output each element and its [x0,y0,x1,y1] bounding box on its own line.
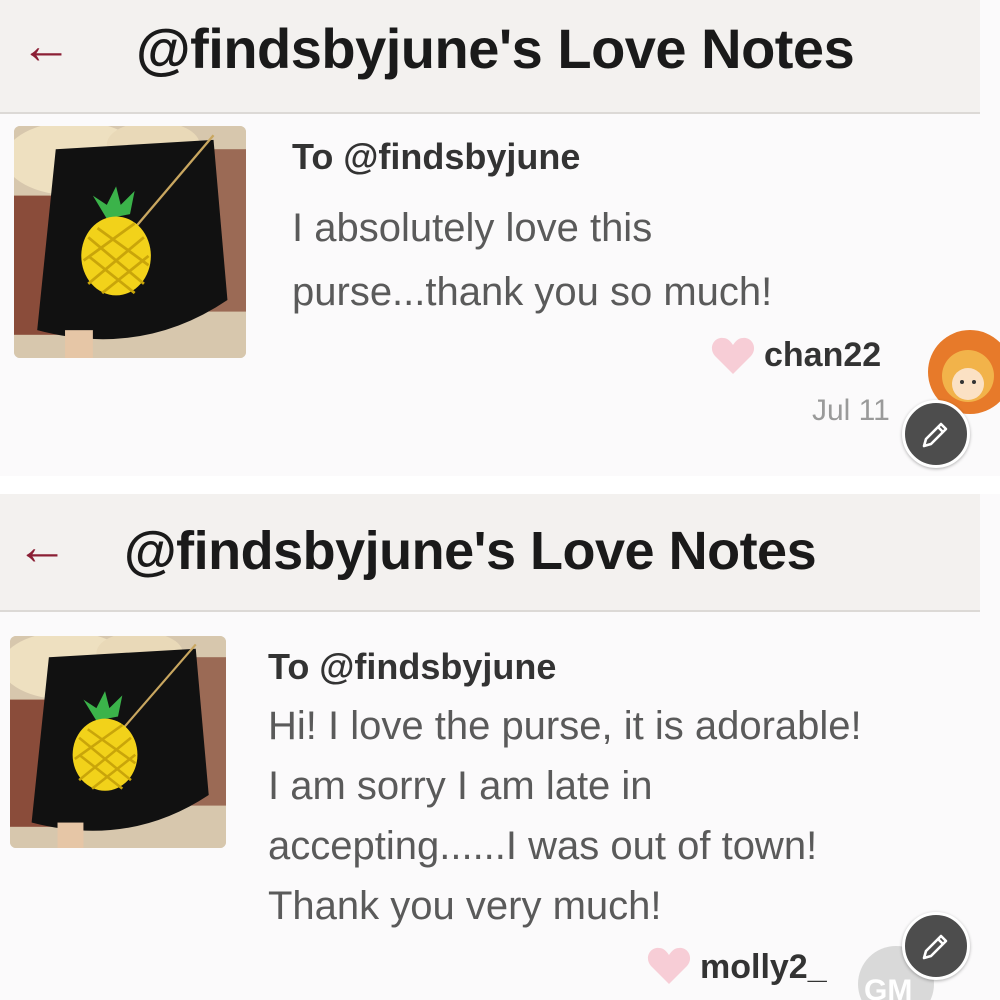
message-line: I absolutely love this [292,206,653,250]
note-message: I absolutely love this purse...thank you… [292,196,772,324]
back-arrow-icon[interactable]: ← [20,20,72,72]
heart-icon [647,947,691,984]
purse-thumbnail[interactable] [14,126,246,358]
top-bar: ← @findsbyjune's Love Notes [0,0,980,114]
pencil-icon [922,934,948,960]
sender-username[interactable]: chan22 [764,336,881,375]
page-title: @findsbyjune's Love Notes [124,521,817,581]
back-arrow-icon[interactable]: ← [16,521,68,573]
love-notes-screen-1: ← @findsbyjune's Love Notes To @findsbyj… [0,0,1000,476]
sender-username[interactable]: molly2_ [700,948,827,987]
message-line: Hi! I love the purse, it is adorable! [268,704,862,748]
message-line: purse...thank you so much! [292,270,773,314]
heart-icon [711,337,755,374]
message-line: accepting......I was out of town! [268,824,818,868]
note-date: Jul 11 [812,394,890,427]
purse-thumbnail[interactable] [10,636,226,848]
top-bar: ← @findsbyjune's Love Notes [0,494,980,612]
edit-note-button[interactable] [902,912,970,980]
love-notes-screen-2: ← @findsbyjune's Love Notes To @findsbyj… [0,494,1000,1000]
message-line: I am sorry I am late in [268,764,653,808]
page-title: @findsbyjune's Love Notes [136,17,855,80]
avatar-initials: GM [864,974,913,1000]
pencil-icon [922,422,948,448]
recipient-line: To @findsbyjune [292,136,581,177]
message-line: Thank you very much! [268,884,662,928]
note-message: Hi! I love the purse, it is adorable! I … [268,696,862,936]
edit-note-button[interactable] [902,400,970,468]
recipient-line: To @findsbyjune [268,646,557,687]
screenshot-divider [0,476,1000,494]
